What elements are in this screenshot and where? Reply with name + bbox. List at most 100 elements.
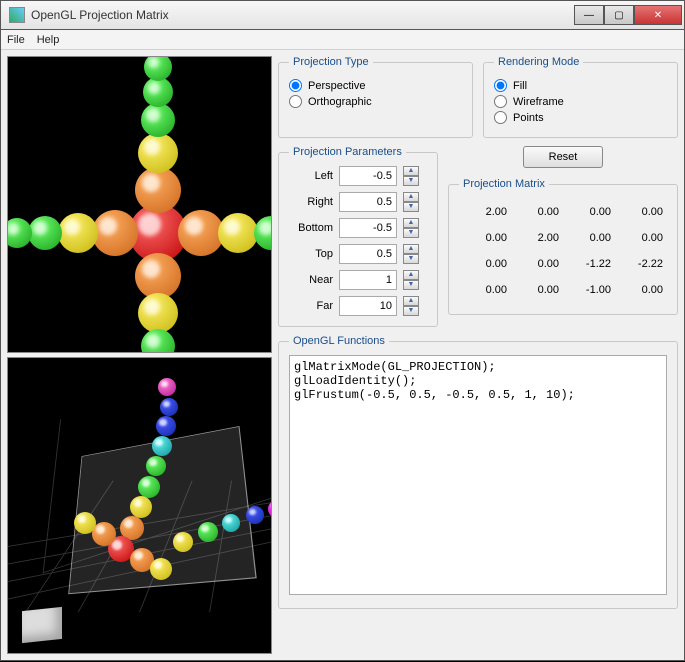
matrix-cell: 0.00 [463,232,507,244]
sphere [173,532,193,552]
param-right: Right ▲▼ [289,192,427,212]
param-bottom-down[interactable]: ▼ [403,228,419,238]
param-left-down[interactable]: ▼ [403,176,419,186]
param-left: Left ▲▼ [289,166,427,186]
opengl-functions-group: OpenGL Functions [278,335,678,609]
param-top: Top ▲▼ [289,244,427,264]
sphere [160,398,178,416]
matrix-cell: 0.00 [463,258,507,270]
camera-icon [22,607,62,643]
sphere [150,558,172,580]
sphere [138,476,160,498]
sphere [198,522,218,542]
param-near: Near ▲▼ [289,270,427,290]
projection-matrix-group: Projection Matrix 2.00 0.00 0.00 0.00 0.… [448,178,678,315]
projection-type-group: Projection Type Perspective Orthographic [278,56,473,138]
param-right-down[interactable]: ▼ [403,202,419,212]
sphere [218,213,258,253]
param-top-input[interactable] [339,244,397,264]
param-left-label: Left [289,170,333,182]
param-near-down[interactable]: ▼ [403,280,419,290]
matrix-cell: 0.00 [567,232,611,244]
param-right-label: Right [289,196,333,208]
projection-type-legend: Projection Type [289,56,373,68]
sphere [222,514,240,532]
radio-perspective-input[interactable] [289,79,302,92]
matrix-cell: 0.00 [619,232,663,244]
param-right-input[interactable] [339,192,397,212]
sphere [254,216,272,250]
radio-fill-label: Fill [513,80,527,92]
reset-button[interactable]: Reset [523,146,603,168]
param-far-down[interactable]: ▼ [403,306,419,316]
sphere [158,378,176,396]
window-title: OpenGL Projection Matrix [31,8,574,22]
matrix-cell: 0.00 [463,284,507,296]
matrix-cell: -1.22 [567,258,611,270]
minimize-button[interactable]: — [574,5,604,25]
opengl-functions-legend: OpenGL Functions [289,335,389,347]
rendering-mode-legend: Rendering Mode [494,56,583,68]
viewport-camera[interactable] [7,56,272,353]
param-bottom-label: Bottom [289,222,333,234]
param-near-label: Near [289,274,333,286]
param-top-up[interactable]: ▲ [403,244,419,254]
param-near-up[interactable]: ▲ [403,270,419,280]
matrix-cell: -2.22 [619,258,663,270]
close-button[interactable]: ✕ [634,5,682,25]
sphere [7,218,32,248]
radio-orthographic-input[interactable] [289,95,302,108]
viewport-scene[interactable] [7,357,272,654]
sphere [138,133,178,173]
radio-wireframe[interactable]: Wireframe [494,95,667,108]
menu-file[interactable]: File [7,34,25,46]
sphere [130,496,152,518]
matrix-cell: -1.00 [567,284,611,296]
sphere [144,56,172,81]
sphere [28,216,62,250]
param-bottom-up[interactable]: ▲ [403,218,419,228]
titlebar: OpenGL Projection Matrix — ▢ ✕ [0,0,685,30]
param-top-label: Top [289,248,333,260]
projection-parameters-legend: Projection Parameters [289,146,406,158]
sphere [146,456,166,476]
radio-orthographic[interactable]: Orthographic [289,95,462,108]
param-bottom-input[interactable] [339,218,397,238]
sphere [246,506,264,524]
matrix-cell: 0.00 [515,284,559,296]
param-near-input[interactable] [339,270,397,290]
sphere [141,103,175,137]
param-right-up[interactable]: ▲ [403,192,419,202]
projection-parameters-group: Projection Parameters Left ▲▼ Right ▲▼ [278,146,438,327]
param-left-up[interactable]: ▲ [403,166,419,176]
radio-perspective-label: Perspective [308,80,365,92]
radio-wireframe-input[interactable] [494,95,507,108]
sphere [143,77,173,107]
matrix-cell: 0.00 [515,258,559,270]
param-left-input[interactable] [339,166,397,186]
matrix-cell: 0.00 [619,206,663,218]
param-far-input[interactable] [339,296,397,316]
radio-points-label: Points [513,112,544,124]
param-top-down[interactable]: ▼ [403,254,419,264]
rendering-mode-group: Rendering Mode Fill Wireframe Points [483,56,678,138]
sphere [156,416,176,436]
sphere [135,167,181,213]
matrix-cell: 0.00 [619,284,663,296]
menubar: File Help [1,30,684,50]
app-icon [9,7,25,23]
param-far-up[interactable]: ▲ [403,296,419,306]
radio-fill[interactable]: Fill [494,79,667,92]
sphere [138,293,178,333]
radio-fill-input[interactable] [494,79,507,92]
radio-wireframe-label: Wireframe [513,96,564,108]
radio-points[interactable]: Points [494,111,667,124]
radio-points-input[interactable] [494,111,507,124]
maximize-button[interactable]: ▢ [604,5,634,25]
menu-help[interactable]: Help [37,34,60,46]
radio-perspective[interactable]: Perspective [289,79,462,92]
opengl-functions-code[interactable] [289,355,667,595]
param-far-label: Far [289,300,333,312]
sphere [58,213,98,253]
window-body: File Help [0,30,685,661]
